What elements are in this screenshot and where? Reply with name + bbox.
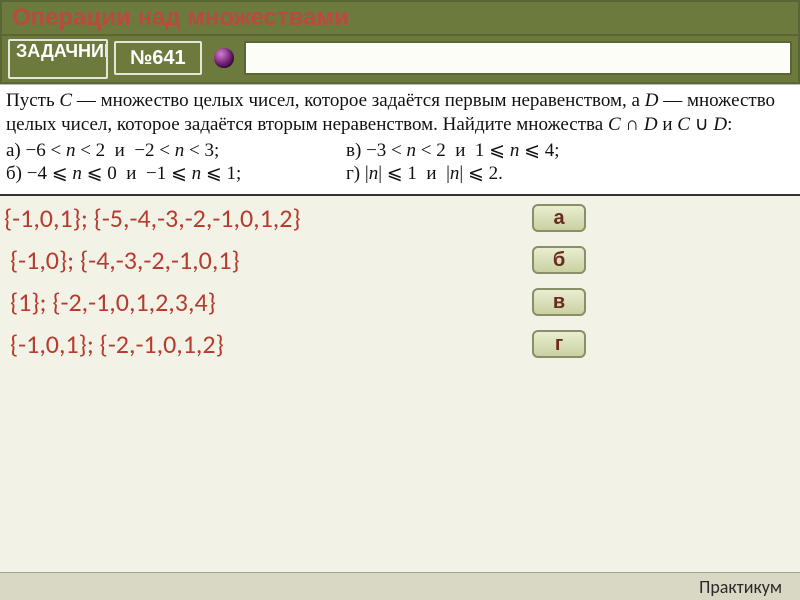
answer-text: {-1,0}; {-4,-3,-2,-1,0,1} [4, 244, 524, 276]
problem-statement: Пусть C — множество целых чисел, которое… [0, 84, 800, 196]
answers-area: {-1,0,1}; {-5,-4,-3,-2,-1,0,1,2} а {-1,0… [0, 196, 800, 360]
record-icon[interactable] [214, 48, 234, 68]
subpart-b: б) −4 ⩽ n ⩽ 0 и −1 ⩽ n ⩽ 1; [6, 162, 336, 186]
subpart-text: −4 ⩽ n ⩽ 0 и −1 ⩽ n ⩽ 1; [27, 163, 242, 184]
subpart-v: в) −3 < n < 2 и 1 ⩽ n ⩽ 4; [346, 139, 794, 163]
subpart-a: а) −6 < n < 2 и −2 < n < 3; [6, 139, 336, 163]
subpart-text: −6 < n < 2 и −2 < n < 3; [26, 140, 220, 161]
subpart-label: г) [346, 163, 360, 184]
answer-button-g[interactable]: г [532, 330, 586, 358]
toolbar: ЗАДАЧНИК №641 [0, 36, 800, 84]
answer-text: {1}; {-2,-1,0,1,2,3,4} [4, 286, 524, 318]
subpart-label: а) [6, 140, 21, 161]
answer-row: {-1,0,1}; {-5,-4,-3,-2,-1,0,1,2} а [4, 202, 792, 234]
page-title: Операции над множествами [12, 4, 788, 32]
header-bar: Операции над множествами [0, 0, 800, 36]
answer-row: {1}; {-2,-1,0,1,2,3,4} в [4, 286, 792, 318]
footer-label: Практикум [699, 576, 782, 598]
subpart-text: |n| ⩽ 1 и |n| ⩽ 2. [365, 163, 503, 184]
problem-number-badge: №641 [114, 41, 202, 75]
subpart-g: г) |n| ⩽ 1 и |n| ⩽ 2. [346, 162, 794, 186]
subparts-grid: а) −6 < n < 2 и −2 < n < 3; в) −3 < n < … [6, 139, 794, 187]
search-input[interactable] [244, 41, 792, 75]
answer-button-b[interactable]: б [532, 246, 586, 274]
subpart-label: б) [6, 163, 22, 184]
answer-text: {-1,0,1}; {-5,-4,-3,-2,-1,0,1,2} [4, 202, 524, 234]
answer-button-a[interactable]: а [532, 204, 586, 232]
answer-text: {-1,0,1}; {-2,-1,0,1,2} [4, 328, 524, 360]
subpart-text: −3 < n < 2 и 1 ⩽ n ⩽ 4; [366, 140, 559, 161]
answer-row: {-1,0,1}; {-2,-1,0,1,2} г [4, 328, 792, 360]
problem-intro: Пусть C — множество целых чисел, которое… [6, 89, 794, 137]
answer-button-v[interactable]: в [532, 288, 586, 316]
subpart-label: в) [346, 140, 361, 161]
answer-row: {-1,0}; {-4,-3,-2,-1,0,1} б [4, 244, 792, 276]
workbook-badge: ЗАДАЧНИК [8, 39, 108, 79]
footer-bar: Практикум [0, 572, 800, 600]
